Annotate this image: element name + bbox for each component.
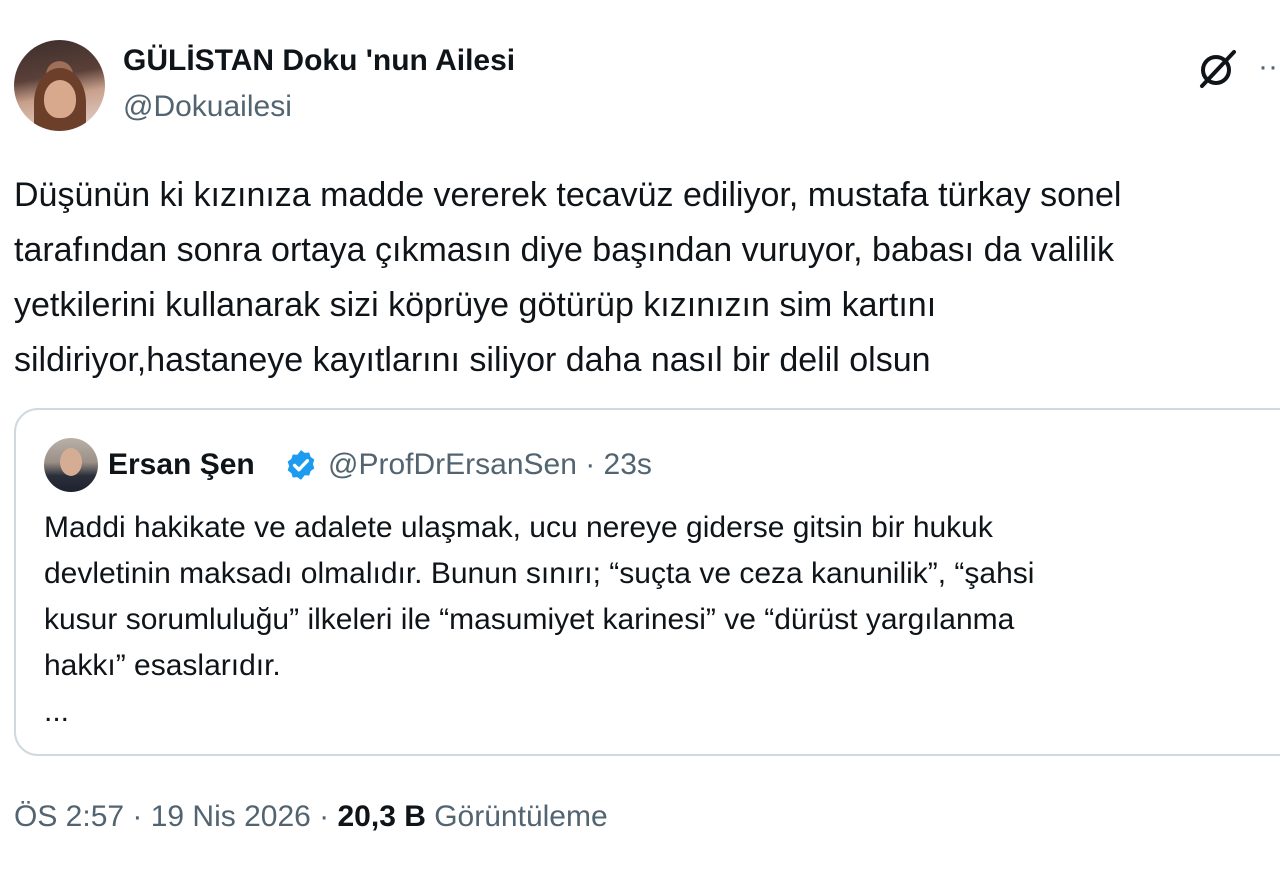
quoted-line: kusur sorumluluğu” ilkeleri ile “masumiy…: [44, 603, 1015, 636]
quoted-author-name[interactable]: Ersan Şen: [108, 448, 255, 482]
quoted-line: devletinin maksadı olmalıdır. Bunun sını…: [44, 557, 1035, 590]
quoted-avatar-face: [60, 448, 82, 476]
quoted-line: ...: [44, 695, 70, 728]
tweet-line: Düşünün ki kızınıza madde vererek tecavü…: [14, 176, 1122, 214]
views-label: Görüntüleme: [425, 800, 608, 833]
tweet: GÜLİSTAN Doku 'nun Ailesi @Dokuailesi ··…: [0, 0, 1280, 875]
author-display-name[interactable]: GÜLİSTAN Doku 'nun Ailesi: [123, 44, 515, 78]
tweet-line: sildiriyor,hastaneye kayıtlarını siliyor…: [14, 341, 931, 379]
quoted-body: Maddi hakikate ve adalete ulaşmak, ucu n…: [44, 505, 1034, 735]
quoted-line: hakkı” esaslarıdır.: [44, 649, 281, 682]
tweet-line: tarafından sonra ortaya çıkmasın diye ba…: [14, 231, 1114, 269]
quoted-line: Maddi hakikate ve adalete ulaşmak, ucu n…: [44, 511, 993, 544]
quoted-tweet[interactable]: Ersan Şen @ProfDrErsanSen · 23s Maddi ha…: [14, 408, 1280, 756]
quoted-author-avatar[interactable]: [44, 438, 98, 492]
author-handle[interactable]: @Dokuailesi: [123, 90, 292, 124]
tweet-body: Düşünün ki kızınıza madde vererek tecavü…: [14, 168, 1280, 388]
post-time-date[interactable]: ÖS 2:57 · 19 Nis 2026 ·: [14, 800, 338, 833]
avatar-face: [44, 80, 76, 118]
tweet-footer: ÖS 2:57 · 19 Nis 2026 · 20,3 B Görüntüle…: [14, 800, 608, 834]
quoted-handle-time[interactable]: @ProfDrErsanSen · 23s: [328, 448, 652, 482]
tweet-line: yetkilerini kullanarak sizi köprüye götü…: [14, 286, 937, 324]
grok-icon[interactable]: [1196, 46, 1240, 90]
views-count: 20,3 B: [337, 800, 426, 833]
author-avatar[interactable]: [14, 40, 105, 131]
verified-badge-icon: [287, 450, 315, 480]
more-options-icon[interactable]: ···: [1258, 52, 1280, 82]
